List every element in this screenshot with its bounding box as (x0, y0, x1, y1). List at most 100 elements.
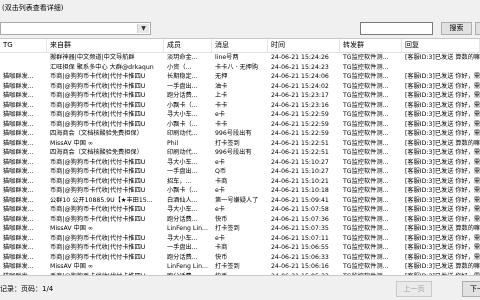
search-input[interactable] (360, 22, 433, 35)
cell-member: 印刷动代... (167, 130, 198, 137)
cell-time: 24-06-21 15:07:11 (271, 234, 329, 242)
cell-from-group: 币商|@狗狗币卡代收|代付卡推四U (50, 168, 146, 175)
cell-message: 卡商 (215, 177, 228, 185)
column-header-from-group[interactable]: 来自群 (47, 39, 164, 52)
cell-message: 无押 (215, 73, 228, 80)
cell-message: 快币 (215, 215, 228, 223)
cell-member: 小飘卡（... (167, 187, 198, 194)
cell-from-group: 币商|@狗狗币卡代收|代付卡推四U (50, 206, 146, 213)
table-row[interactable]: 猫咖群发... 币商|@狗狗币卡代收|代付卡推四U 跑分话费... 快币 24-06-2… (0, 253, 480, 263)
cell-message: 卡商 (215, 244, 228, 251)
footer: 记录：页码：1/4 上一页 下一 (0, 274, 480, 300)
cell-time: 24-06-21 15:06:33 (271, 253, 329, 261)
cell-time: 24-06-21 15:22:51 (271, 149, 329, 156)
cell-tg: 猫咖群发... (3, 139, 34, 147)
cell-tg (0, 63, 47, 73)
cell-reply: [客服ID:3]已发送 你好，需要的私 (405, 149, 480, 156)
cell-reply: [客服ID:3]已发送 你好，需要的私 (405, 101, 480, 109)
cell-reply: [客服ID:3]已发送 你好，需要的私 (405, 168, 480, 175)
table-row[interactable]: 汇旺担保 聚系多中心 大群@drkaqun 小资（... 卡卡八 · 无押购 24-0… (0, 63, 480, 73)
cell-from-group: 币商|@狗狗币卡代收|代付卡推四U (50, 215, 146, 223)
cell-tg: 猫咖群发... (3, 253, 34, 261)
table-row[interactable]: 猫咖群发... 币商|@狗狗币卡代收|代付卡推四U 小飘卡（... e卡 24-06-2… (0, 186, 480, 196)
cell-message: Q币 (215, 168, 227, 175)
cell-tg (0, 53, 47, 63)
table-row[interactable]: 猫咖群发... 币商|@狗狗币卡代收|代付卡推四U 长期稳定... 无押 24-06-2… (0, 72, 480, 82)
table-row[interactable]: 猫咖群发... 公群10 公开10885.9U【★丰田15... 白酒仙人... 第一… (0, 196, 480, 206)
cell-member: 跑分话费... (167, 92, 198, 99)
cell-tg: 猫咖群发... (3, 158, 34, 166)
cell-member: 白酒仙人... (167, 196, 198, 204)
column-header-member[interactable]: 成员 (164, 39, 212, 52)
cell-time: 24-06-21 15:22:59 (271, 111, 329, 118)
cell-forward-group: TG监控软件测... (343, 177, 389, 185)
cell-from-group: 币商|@狗狗币卡代收|代付卡推四U (50, 244, 146, 251)
column-header-reply[interactable]: 回复 (402, 39, 480, 52)
cell-tg: 猫咖群发... (3, 263, 34, 270)
cell-forward-group: TG监控软件测... (343, 139, 389, 147)
table-row[interactable]: 猫咖群发... 币商|@狗狗币卡代收|代付卡推四U 寻大小车... e卡 24-06-2… (0, 234, 480, 244)
table-row[interactable]: 猫咖群发... 币商|@狗狗币卡代收|代付卡推四U 一手盘出... 油卡 24-06-2… (0, 82, 480, 92)
cell-from-group: MissAV 中国 ∞ (50, 139, 94, 147)
table-body: 搬群神器|中文频道|中文导航群 淡玥命金... line号两 24-06-21 15:… (0, 53, 480, 275)
cell-time: 24-06-21 15:22:59 (271, 120, 329, 128)
cell-member: 一手盘出... (167, 168, 198, 175)
cell-forward-group: TG监控软件测... (343, 73, 389, 80)
cell-reply: [客服ID:3]已发送 你好，需要的私 (405, 111, 480, 118)
cell-from-group: 四海商会（文档核酸验免费担保） (50, 130, 143, 137)
column-header-forward-group[interactable]: 转发群 (340, 39, 402, 52)
table-row[interactable]: 猫咖群发... 四海商会（文档核酸验免费担保） 印刷动代... 996号段出有 24-0… (0, 148, 480, 158)
group-filter-combobox[interactable]: ▼ (0, 22, 151, 35)
cell-reply: [客服ID:3]已发送 你好，需要的私 (405, 206, 480, 213)
column-header-tg[interactable]: TG (0, 39, 47, 52)
cell-from-group: 币商|@狗狗币卡代收|代付卡推四U (50, 82, 146, 90)
cell-reply: [客服ID:3]已发送 算数的嘛 (405, 225, 480, 232)
table-row[interactable]: 猫咖群发... 币商|@狗狗币卡代收|代付卡推四U 一手盘出... 卡商 24-06-2… (0, 243, 480, 253)
cell-message: 卡卡八 · 无押购 (215, 63, 259, 71)
cell-from-group: 币商|@狗狗币卡代收|代付卡推四U (50, 120, 146, 128)
cell-from-group: 汇旺担保 聚系多中心 大群@drkaqun (50, 63, 154, 71)
cell-reply: [客服ID:3]已发送 算数的嘛 (405, 54, 480, 61)
cell-time: 24-06-21 15:22:59 (271, 130, 329, 137)
more-button[interactable]: [ (475, 22, 480, 35)
table-row[interactable]: 搬群神器|中文频道|中文导航群 淡玥命金... line号两 24-06-21 15:… (0, 53, 480, 63)
cell-time: 24-06-21 15:10:27 (271, 168, 329, 175)
table-row[interactable]: 猫咖群发... MissAV 中国 ∞ Phil 打卡签到 24-06-21 15:22… (0, 139, 480, 149)
cell-time: 24-06-21 15:24:26 (271, 54, 329, 61)
table-row[interactable]: 猫咖群发... MissAV 中国 ∞ LinFeng Lin... 打卡签到 24-0… (0, 262, 480, 272)
message-table[interactable]: TG 来自群 成员 消息 时间 转发群 回复 搬群神器|中文频道|中文导航群 淡玥… (0, 38, 480, 276)
column-header-time[interactable]: 时间 (268, 39, 340, 52)
search-button[interactable]: 搜索 (441, 22, 472, 35)
cell-member: 寻大小车... (167, 158, 198, 166)
table-row[interactable]: 猫咖群发... 币商|@狗狗币卡代收|代付卡推四U 一手盘出... Q币 24-06-2… (0, 167, 480, 177)
next-page-button[interactable]: 下一 (462, 281, 480, 297)
cell-time: 24-06-21 15:09:41 (271, 196, 329, 204)
cell-tg: 猫咖群发... (3, 177, 34, 185)
cell-time: 24-06-21 15:10:18 (271, 187, 329, 194)
cell-from-group: 币商|@狗狗币卡代收|代付卡推四U (50, 101, 146, 109)
toolbar: ▼ 搜索 [ (0, 20, 480, 38)
table-row[interactable]: 猫咖群发... 币商|@狗狗币卡代收|代付卡推四U 寻大小车... e卡 24-06-2… (0, 158, 480, 168)
table-row[interactable]: 猫咖群发... 币商|@狗狗币卡代收|代付卡推四U 寻大小车... e卡 24-06-2… (0, 205, 480, 215)
cell-message: 卡卡 (215, 101, 228, 109)
cell-message: e卡 (215, 206, 225, 213)
page-info: 记录：页码：1/4 (0, 285, 54, 293)
cell-member: 一手盘出... (167, 82, 198, 90)
cell-tg: 猫咖群发... (3, 92, 34, 99)
table-row[interactable]: 猫咖群发... 币商|@狗狗币卡代收|代付卡推四U 跑分话费... 快币 24-06-2… (0, 215, 480, 225)
cell-reply: [客服ID:3]已发送 你好，需要的私 (405, 187, 480, 194)
cell-time: 24-06-21 15:06:55 (271, 244, 329, 251)
table-row[interactable]: 猫咖群发... 币商|@狗狗币卡代收|代付卡推四U 寻大小车... e卡 24-06-2… (0, 110, 480, 120)
table-row[interactable]: 猫咖群发... 四海商会（文档核酸验免费担保） 印刷动代... 996号段出有 24-0… (0, 129, 480, 139)
chevron-down-icon[interactable]: ▼ (137, 24, 149, 33)
column-header-message[interactable]: 消息 (212, 39, 268, 52)
prev-page-button[interactable]: 上一页 (396, 281, 432, 297)
cell-member: 小资（... (167, 63, 192, 71)
table-row[interactable]: 猫咖群发... 币商|@狗狗币卡代收|代付卡推四U 小飘卡（... 卡卡 24-06-2… (0, 120, 480, 130)
table-row[interactable]: 猫咖群发... 币商|@狗狗币卡代收|代付卡推四U 小飘卡（... 卡卡 24-06-2… (0, 101, 480, 111)
table-row[interactable]: 猫咖群发... 币商|@狗狗币卡代收|代付卡推四U 招车，... 卡商 24-06-21… (0, 177, 480, 187)
cell-time: 24-06-21 15:22:51 (271, 139, 329, 147)
table-row[interactable]: 猫咖群发... MissAV 中国 ∞ LinFeng Lin... 打卡签到 24-0… (0, 224, 480, 234)
cell-reply: [客服ID:3]已发送 你好，需要的私 (405, 234, 480, 242)
table-row[interactable]: 猫咖群发... 币商|@狗狗币卡代收|代付卡推四U 跑分话费... 上卡 24-06-2… (0, 91, 480, 101)
